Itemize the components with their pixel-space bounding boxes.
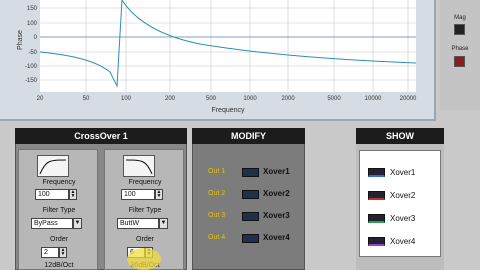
x-tick: 50 <box>83 96 90 102</box>
x-tick: 500 <box>206 96 217 102</box>
x-tick: 100 <box>121 96 132 102</box>
filter-column-1: Frequency 100 ▲ ▼ Filter Type ByPass ▼ Or… <box>18 149 98 270</box>
x-tick: 20000 <box>400 96 417 102</box>
show-xover4-label: Xover4 <box>390 237 416 246</box>
y-tick: -150 <box>25 78 38 84</box>
modify-xover4-label: Xover4 <box>263 233 290 242</box>
frequency-stepper-2[interactable]: ▲ ▼ <box>155 189 163 200</box>
show-xover4-toggle[interactable] <box>368 237 385 246</box>
modify-xover2-button[interactable] <box>242 190 259 199</box>
filter-type-select-1[interactable]: ByPass <box>31 218 73 229</box>
show-xover2-label: Xover2 <box>390 191 416 200</box>
y-axis-label: Phase <box>17 30 24 50</box>
mag-label: Mag <box>454 15 466 21</box>
x-tick: 10000 <box>365 96 382 102</box>
order-label: Order <box>50 236 68 243</box>
show-title: SHOW <box>356 128 444 144</box>
frequency-input-2[interactable]: 100 <box>121 189 155 200</box>
modify-xover4-button[interactable] <box>242 234 259 243</box>
y-tick: 150 <box>27 6 38 12</box>
modify-xover1-label: Xover1 <box>263 167 290 176</box>
x-tick-labels: 20 50 100 200 500 1000 2000 5000 10000 2… <box>37 96 417 102</box>
order-label: Order <box>136 236 154 243</box>
modify-xover2-label: Xover2 <box>263 189 290 198</box>
frequency-label: Frequency <box>42 179 76 186</box>
y-tick: -100 <box>25 64 38 70</box>
show-xover2-toggle[interactable] <box>368 191 385 200</box>
modify-panel <box>192 128 305 270</box>
out-label: Out 2 <box>208 190 226 197</box>
x-tick: 5000 <box>327 96 341 102</box>
modify-xover3-button[interactable] <box>242 212 259 221</box>
plot-area <box>40 0 416 92</box>
modify-xover3-label: Xover3 <box>263 211 290 220</box>
filter-type-label: Filter Type <box>128 207 162 214</box>
chevron-down-icon[interactable]: ▼ <box>159 218 168 229</box>
show-xover1-label: Xover1 <box>390 168 416 177</box>
x-tick: 2000 <box>281 96 295 102</box>
order-stepper-1[interactable]: ▲ ▼ <box>59 247 67 258</box>
modify-xover1-button[interactable] <box>242 168 259 177</box>
filter-type-label: Filter Type <box>42 207 76 214</box>
phase-toggle-button[interactable] <box>454 56 465 67</box>
frequency-label: Frequency <box>128 179 162 186</box>
y-tick: 100 <box>27 21 38 27</box>
crossover-title: CrossOver 1 <box>15 128 187 144</box>
out-label: Out 4 <box>208 234 226 241</box>
x-tick: 20 <box>37 96 44 102</box>
show-xover3-toggle[interactable] <box>368 214 385 223</box>
phase-label: Phase <box>451 46 469 52</box>
frequency-stepper-1[interactable]: ▲ ▼ <box>69 189 77 200</box>
view-toggle-column: Mag Phase <box>440 0 480 110</box>
out-label: Out 1 <box>208 168 226 175</box>
mag-toggle-button[interactable] <box>454 24 465 35</box>
x-axis-label: Frequency <box>211 107 245 114</box>
out-label: Out 3 <box>208 212 226 219</box>
cursor-highlight <box>127 248 161 270</box>
highpass-curve-icon <box>37 155 69 177</box>
phase-plot-svg: 150 100 0 -50 -100 -150 Phase 20 50 100 … <box>17 0 417 114</box>
chevron-down-icon[interactable]: ▼ <box>73 218 82 229</box>
show-xover3-label: Xover3 <box>390 214 416 223</box>
slope-label-1: 12dB/Oct <box>44 262 74 269</box>
show-xover1-toggle[interactable] <box>368 168 385 177</box>
y-tick: -50 <box>28 50 37 56</box>
filter-type-select-2[interactable]: ButtW <box>117 218 159 229</box>
x-tick: 1000 <box>243 96 257 102</box>
y-tick: 0 <box>34 35 38 41</box>
frequency-input-1[interactable]: 100 <box>35 189 69 200</box>
y-tick-labels: 150 100 0 -50 -100 -150 <box>25 6 38 84</box>
x-tick: 200 <box>165 96 176 102</box>
lowpass-curve-icon <box>123 155 155 177</box>
order-input-1[interactable]: 2 <box>41 247 59 258</box>
modify-title: MODIFY <box>192 128 305 144</box>
